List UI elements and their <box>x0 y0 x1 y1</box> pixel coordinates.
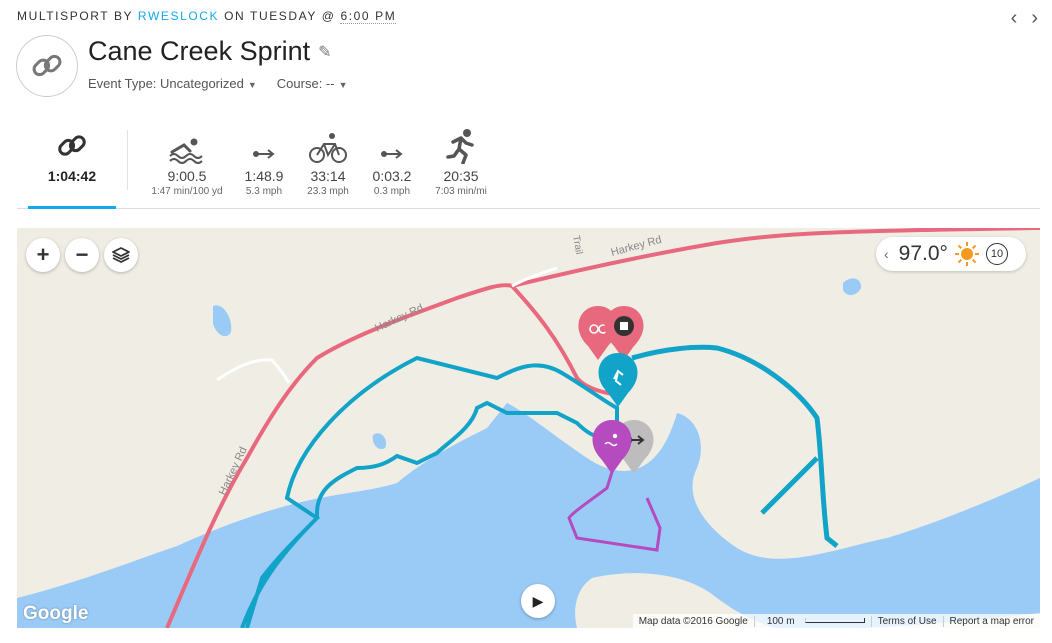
road-label: Trail <box>570 235 584 256</box>
pond <box>213 305 232 337</box>
activity-nav: ‹ › <box>1011 8 1038 28</box>
road-label: Harkey Rd <box>217 445 250 497</box>
weather-widget[interactable]: ‹ 97.0° 10 <box>876 237 1026 271</box>
leg-value: 20:35 <box>443 168 479 184</box>
road-label: Harkey Rd <box>373 302 425 335</box>
google-logo: Google <box>23 603 89 624</box>
activity-title: Cane Creek Sprint ✎ <box>88 36 332 67</box>
map-data-label: Map data ©2016 Google <box>638 615 748 627</box>
scale-label: 100 m <box>766 615 795 627</box>
run-icon <box>416 129 506 164</box>
minor-road <box>216 358 291 384</box>
user-link[interactable]: RWESLOCK <box>138 9 219 23</box>
activity-time[interactable]: 6:00 PM <box>340 9 397 24</box>
edit-pencil-icon[interactable]: ✎ <box>318 42 331 62</box>
activity-meta: Event Type: Uncategorized ▼ Course: -- ▼ <box>88 76 348 91</box>
stats-bar: 1:04:42 9:00.5 1:47 min/100 yd 1:48.9 5.… <box>17 120 1040 209</box>
sun-icon <box>954 242 979 266</box>
activity-title-text[interactable]: Cane Creek Sprint <box>88 36 310 67</box>
pond <box>372 433 387 450</box>
leg-pace: 7:03 min/mi <box>435 186 487 197</box>
pond <box>843 278 862 296</box>
zoom-in-button[interactable]: + <box>26 238 60 272</box>
multisport-icon <box>16 35 78 97</box>
play-button[interactable]: ▶ <box>521 584 555 618</box>
scale-bar[interactable]: 100 m <box>753 615 871 627</box>
total-tab[interactable]: 1:04:42 <box>28 128 116 184</box>
next-activity-button[interactable]: › <box>1031 8 1038 28</box>
temperature: 97.0° <box>898 242 948 265</box>
multisport-icon <box>28 128 116 164</box>
course-label: Course: -- <box>276 76 335 91</box>
event-type-dropdown[interactable]: Event Type: Uncategorized ▼ <box>88 76 257 91</box>
report-error-link[interactable]: Report a map error <box>942 615 1040 627</box>
leg-run[interactable]: 20:35 7:03 min/mi <box>416 129 506 197</box>
layers-icon <box>112 247 130 263</box>
day-label: ON TUESDAY @ <box>224 9 336 23</box>
map-canvas: Harkey Rd Harkey Rd Harkey Rd Trail <box>17 228 1040 628</box>
map-attribution: Map data ©2016 Google 100 m Terms of Use… <box>632 614 1040 628</box>
event-type-label: Event Type: Uncategorized <box>88 76 244 91</box>
layers-button[interactable] <box>104 238 138 272</box>
finish-marker <box>604 306 644 360</box>
by-label: BY <box>113 9 133 23</box>
terms-link[interactable]: Terms of Use <box>870 615 943 627</box>
chevron-down-icon: ▼ <box>338 80 348 90</box>
active-tab-indicator <box>28 206 116 209</box>
total-time: 1:04:42 <box>47 168 97 184</box>
route-map[interactable]: Harkey Rd Harkey Rd Harkey Rd Trail + − … <box>17 228 1040 628</box>
scale-ruler <box>804 618 865 624</box>
activity-header: MULTISPORT BY RWESLOCK ON TUESDAY @ 6:00… <box>17 9 397 24</box>
play-icon: ▶ <box>532 592 544 609</box>
sport-label: MULTISPORT <box>17 9 110 23</box>
course-dropdown[interactable]: Course: -- ▼ <box>277 76 348 91</box>
wind-speed-icon: 10 <box>985 243 1008 265</box>
zoom-out-button[interactable]: − <box>65 238 99 272</box>
chevron-down-icon: ▼ <box>247 80 257 90</box>
previous-activity-button[interactable]: ‹ <box>1011 8 1018 28</box>
divider <box>127 130 128 190</box>
chevron-left-icon[interactable]: ‹ <box>884 246 889 262</box>
